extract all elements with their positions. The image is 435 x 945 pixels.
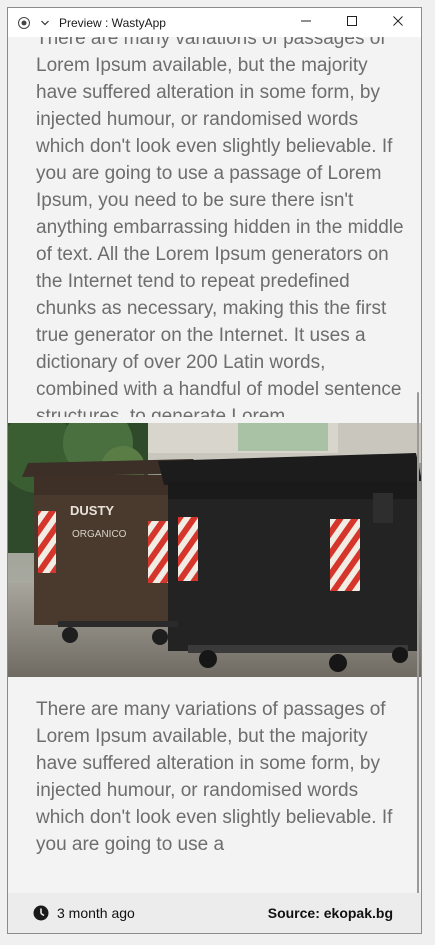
- article-age: 3 month ago: [57, 905, 135, 921]
- close-button[interactable]: [375, 8, 421, 37]
- bin-sub-text: ORGANICO: [72, 529, 127, 540]
- article-footer: 3 month ago Source: ekopak.bg: [8, 893, 421, 933]
- clock-icon: [33, 905, 49, 921]
- maximize-icon: [346, 14, 358, 32]
- chevron-down-icon[interactable]: [38, 16, 52, 30]
- title-bar[interactable]: Preview : WastyApp: [8, 8, 421, 37]
- article-image: DUSTY ORGANICO: [8, 423, 421, 677]
- article-scroll-area[interactable]: There are many variations of passages of…: [8, 37, 421, 893]
- minimize-button[interactable]: [283, 8, 329, 37]
- bin-brand-text: DUSTY: [70, 503, 114, 518]
- window-controls: [283, 8, 421, 37]
- article-paragraph-top: There are many variations of passages of…: [36, 37, 404, 417]
- record-icon[interactable]: [17, 16, 31, 30]
- article-paragraph-bottom: There are many variations of passages of…: [36, 699, 393, 855]
- window-title: Preview : WastyApp: [59, 15, 166, 30]
- article-source[interactable]: Source: ekopak.bg: [268, 905, 393, 921]
- close-icon: [392, 14, 404, 32]
- minimize-icon: [300, 14, 312, 32]
- scrollbar[interactable]: [417, 392, 419, 893]
- maximize-button[interactable]: [329, 8, 375, 37]
- app-window: Preview : WastyApp There are many variat…: [7, 7, 422, 934]
